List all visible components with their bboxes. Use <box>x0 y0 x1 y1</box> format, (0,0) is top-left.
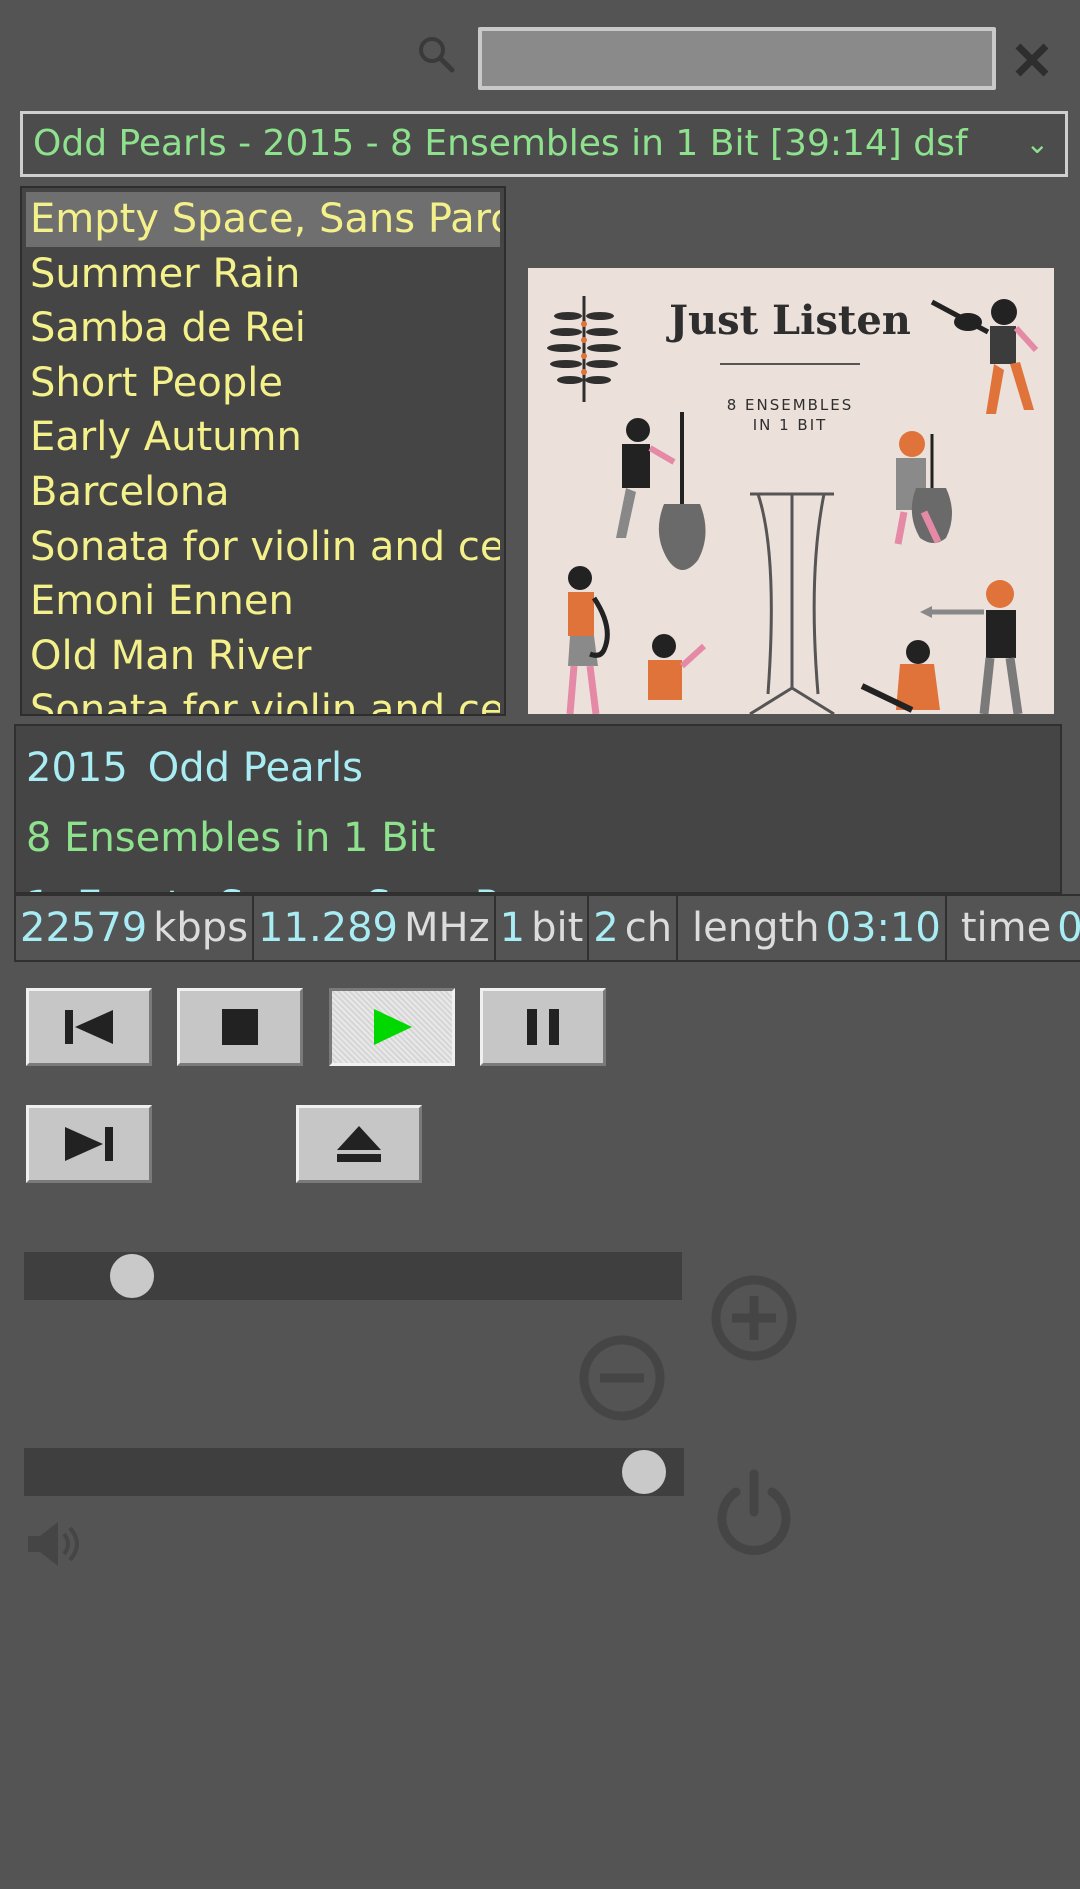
track-info-panel: 2015 Odd Pearls 8 Ensembles in 1 Bit 1. E… <box>14 724 1062 894</box>
track-item[interactable]: Empty Space, Sans Parc <box>26 192 500 247</box>
info-year-artist: 2015 Odd Pearls <box>26 748 1050 788</box>
search-input[interactable] <box>478 27 996 90</box>
track-item[interactable]: Early Autumn <box>26 410 500 465</box>
seek-slider-thumb[interactable] <box>110 1254 154 1298</box>
volume-slider-thumb[interactable] <box>622 1450 666 1494</box>
stop-icon <box>222 1009 258 1045</box>
close-icon[interactable] <box>1012 36 1052 80</box>
track-list[interactable]: Empty Space, Sans Parc Summer Rain Samba… <box>20 186 506 716</box>
album-art-subtitle: 8 ENSEMBLES <box>727 396 854 414</box>
stat-length: length 03:10 <box>678 896 947 960</box>
skip-previous-icon <box>65 1010 113 1044</box>
track-item[interactable]: Samba de Rei <box>26 301 500 356</box>
stat-time: time00 <box>947 896 1080 960</box>
track-item[interactable]: Short People <box>26 356 500 411</box>
power-icon[interactable] <box>708 1468 800 1560</box>
stream-stats-bar: 22579 kbps 11.289 MHz 1 bit 2 ch length 03:10… <box>14 894 1080 962</box>
search-icon[interactable] <box>416 34 456 74</box>
minus-circle-icon[interactable] <box>576 1332 668 1424</box>
info-artist: Odd Pearls <box>147 745 363 791</box>
stat-bits: 1 bit <box>496 896 590 960</box>
volume-slider[interactable] <box>24 1448 684 1496</box>
info-current-track: 1. Empty Space, Sans Parc <box>26 886 1050 892</box>
next-button[interactable] <box>26 1105 152 1183</box>
track-item[interactable]: Sonata for violin and ce <box>26 520 500 575</box>
plus-circle-icon[interactable] <box>708 1272 800 1364</box>
album-select-value: Odd Pearls - 2015 - 8 Ensembles in 1 Bit… <box>33 123 968 164</box>
chevron-down-icon: ⌄ <box>1025 127 1049 160</box>
track-item[interactable]: Barcelona <box>26 465 500 520</box>
speaker-icon[interactable] <box>24 1516 86 1572</box>
stat-channels: 2 ch <box>589 896 679 960</box>
previous-button[interactable] <box>26 988 152 1066</box>
stat-samplerate: 11.289 MHz <box>254 896 496 960</box>
play-button[interactable] <box>329 988 455 1066</box>
eject-icon <box>337 1126 381 1162</box>
play-icon <box>374 1009 412 1045</box>
track-item[interactable]: Emoni Ennen <box>26 574 500 629</box>
album-art-title: Just Listen <box>666 297 911 344</box>
pause-icon <box>527 1009 559 1045</box>
eject-button[interactable] <box>296 1105 422 1183</box>
album-select[interactable]: Odd Pearls - 2015 - 8 Ensembles in 1 Bit… <box>20 111 1068 177</box>
album-cover: Just Listen 8 ENSEMBLES IN 1 BIT <box>528 268 1054 714</box>
info-album: 8 Ensembles in 1 Bit <box>26 815 436 861</box>
album-art-subtitle: IN 1 BIT <box>753 416 828 434</box>
info-year: 2015 <box>26 745 128 791</box>
seek-slider[interactable] <box>24 1252 682 1300</box>
skip-next-icon <box>65 1127 113 1161</box>
track-item[interactable]: Sonata for violin and ce <box>26 683 500 714</box>
stop-button[interactable] <box>177 988 303 1066</box>
stat-bitrate: 22579 kbps <box>16 896 255 960</box>
track-item[interactable]: Old Man River <box>26 629 500 684</box>
track-item[interactable]: Summer Rain <box>26 247 500 302</box>
pause-button[interactable] <box>480 988 606 1066</box>
